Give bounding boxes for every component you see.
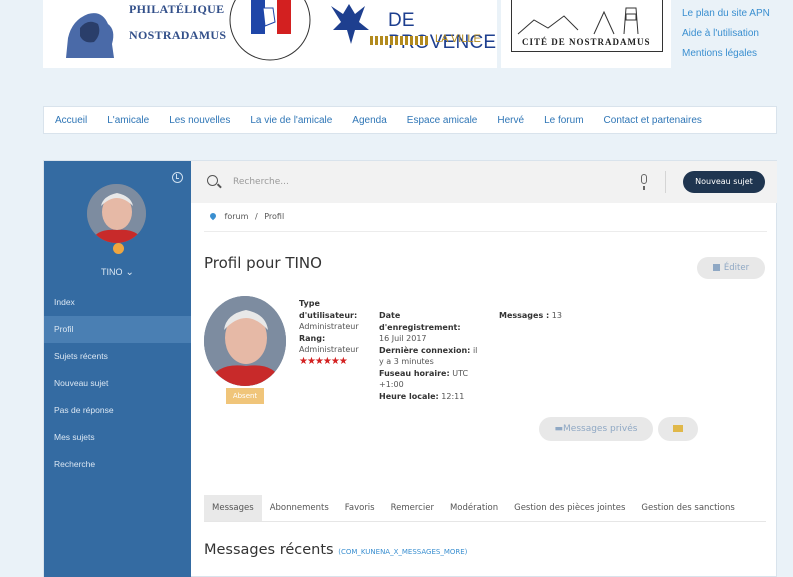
edit-icon xyxy=(712,264,720,271)
link-aide[interactable]: Aide à l'utilisation xyxy=(682,24,770,44)
envelope-icon xyxy=(673,425,683,432)
header-logos: PHILATÉLIQUE NOSTRADAMUS DE PROVENCE LA … xyxy=(43,0,497,68)
sidebar-menu: Index Profil Sujets récents Nouveau suje… xyxy=(44,289,191,478)
divider xyxy=(204,231,767,232)
header-side-links: Le plan du site APN Aide à l'utilisation… xyxy=(682,4,770,64)
timezone-label: Fuseau horaire: xyxy=(379,368,450,378)
tab-favoris[interactable]: Favoris xyxy=(337,495,383,521)
online-status-dot xyxy=(113,243,124,254)
cite-nostradamus-logo-box: CITÉ DE NOSTRADAMUS xyxy=(501,0,671,68)
avatar[interactable] xyxy=(87,184,146,243)
nav-agenda[interactable]: Agenda xyxy=(352,115,386,126)
user-sidebar: TINO ⌄ Index Profil Sujets récents Nouvea… xyxy=(44,161,191,577)
nav-accueil[interactable]: Accueil xyxy=(55,115,87,126)
messages-count-value: 13 xyxy=(551,311,562,320)
tab-messages[interactable]: Messages xyxy=(204,495,262,521)
logo3-subtitle: LA VILLE xyxy=(435,33,481,45)
breadcrumb: forum / Profil xyxy=(208,211,285,221)
rank-label: Rang: xyxy=(299,333,326,343)
registration-value: 16 Juil 2017 xyxy=(379,334,427,343)
search-divider xyxy=(665,171,666,193)
user-photo-icon xyxy=(87,184,146,243)
location-pin-icon xyxy=(208,211,218,221)
chat-icon: ▬ xyxy=(554,424,564,434)
messages-count-label: Messages : xyxy=(499,311,550,320)
last-login-label: Dernière connexion: xyxy=(379,345,471,355)
recent-messages-title: Messages récents xyxy=(204,542,334,558)
private-messages-label: Messages privés xyxy=(563,424,638,434)
tab-remercier[interactable]: Remercier xyxy=(383,495,442,521)
federation-emblem-logo xyxy=(229,0,311,61)
tab-sanctions[interactable]: Gestion des sanctions xyxy=(633,495,742,521)
page-title: Profil pour TINO xyxy=(204,254,322,272)
logo1-line1: PHILATÉLIQUE xyxy=(129,2,225,16)
nav-contact[interactable]: Contact et partenaires xyxy=(604,115,702,126)
tab-moderation[interactable]: Modération xyxy=(442,495,506,521)
town-sketch-icon xyxy=(517,7,639,35)
username-text: TINO xyxy=(101,267,123,277)
email-button[interactable] xyxy=(658,417,698,441)
sidebar-item-mes-sujets[interactable]: Mes sujets xyxy=(44,424,191,451)
type-value: Administrateur xyxy=(299,322,359,331)
sidebar-item-nouveau-sujet[interactable]: Nouveau sujet xyxy=(44,370,191,397)
user-dates-block: Date d'enregistrement: 16 Juil 2017 Dern… xyxy=(379,310,481,402)
profile-tabs: Messages Abonnements Favoris Remercier M… xyxy=(204,495,766,522)
sidebar-item-recherche[interactable]: Recherche xyxy=(44,451,191,478)
logo4-caption: CITÉ DE NOSTRADAMUS xyxy=(522,37,651,47)
logo3-title: DE PROVENCE xyxy=(388,10,497,53)
breadcrumb-forum[interactable]: forum xyxy=(225,212,249,221)
cite-nostradamus-logo: CITÉ DE NOSTRADAMUS xyxy=(511,0,663,52)
messages-count-block: Messages : 13 xyxy=(499,310,589,322)
logo3-stripe xyxy=(370,36,430,45)
search-input[interactable] xyxy=(233,174,533,190)
recent-messages-heading: Messages récents (COM_KUNENA_X_MESSAGES_… xyxy=(204,542,467,558)
breadcrumb-separator: / xyxy=(254,212,258,221)
new-topic-button[interactable]: Nouveau sujet xyxy=(683,171,765,193)
registration-label: Date d'enregistrement: xyxy=(379,311,461,332)
local-time-label: Heure locale: xyxy=(379,391,439,401)
sidebar-item-index[interactable]: Index xyxy=(44,289,191,316)
local-time-value: 12:11 xyxy=(441,391,465,401)
nostradamus-bust-logo xyxy=(66,13,114,58)
recent-messages-more-link[interactable]: (COM_KUNENA_X_MESSAGES_MORE) xyxy=(338,548,467,556)
main-nav: Accueil L'amicale Les nouvelles La vie d… xyxy=(43,106,777,134)
nav-forum[interactable]: Le forum xyxy=(544,115,583,126)
tab-pieces-jointes[interactable]: Gestion des pièces jointes xyxy=(506,495,633,521)
sidebar-item-profil[interactable]: Profil xyxy=(44,316,191,343)
rank-stars: ★★★★★★ xyxy=(299,355,348,367)
logo1-line2: NOSTRADAMUS xyxy=(129,28,227,42)
nav-vie-amicale[interactable]: La vie de l'amicale xyxy=(250,115,332,126)
salon-provence-logo: DE PROVENCE LA VILLE xyxy=(325,0,496,53)
edit-label: Éditer xyxy=(723,263,750,273)
link-mentions-legales[interactable]: Mentions légales xyxy=(682,44,770,64)
breadcrumb-current: Profil xyxy=(264,212,285,221)
microphone-icon[interactable] xyxy=(641,174,647,190)
search-bar: Nouveau sujet xyxy=(191,161,777,203)
tab-abonnements[interactable]: Abonnements xyxy=(262,495,337,521)
clock-icon[interactable] xyxy=(172,172,183,183)
nav-nouvelles[interactable]: Les nouvelles xyxy=(169,115,230,126)
nav-amicale[interactable]: L'amicale xyxy=(107,115,149,126)
forum-panel: TINO ⌄ Index Profil Sujets récents Nouvea… xyxy=(43,160,777,577)
chevron-down-icon: ⌄ xyxy=(125,267,134,278)
type-label: Type d'utilisateur: xyxy=(299,299,358,320)
rank-value: Administrateur xyxy=(299,345,359,354)
search-icon[interactable] xyxy=(207,175,218,186)
sidebar-item-pas-de-reponse[interactable]: Pas de réponse xyxy=(44,397,191,424)
nav-herve[interactable]: Hervé xyxy=(497,115,524,126)
link-plan-du-site[interactable]: Le plan du site APN xyxy=(682,4,770,24)
nav-espace-amicale[interactable]: Espace amicale xyxy=(407,115,478,126)
sidebar-username[interactable]: TINO ⌄ xyxy=(44,267,191,278)
user-type-block: Type d'utilisateur: Administrateur Rang:… xyxy=(299,298,365,367)
sidebar-item-sujets-recents[interactable]: Sujets récents xyxy=(44,343,191,370)
profile-avatar xyxy=(204,296,286,386)
user-photo-icon xyxy=(204,296,286,386)
status-badge: Absent xyxy=(226,388,264,404)
edit-profile-button[interactable]: Éditer xyxy=(697,257,765,279)
private-messages-button[interactable]: ▬Messages privés xyxy=(539,417,653,441)
